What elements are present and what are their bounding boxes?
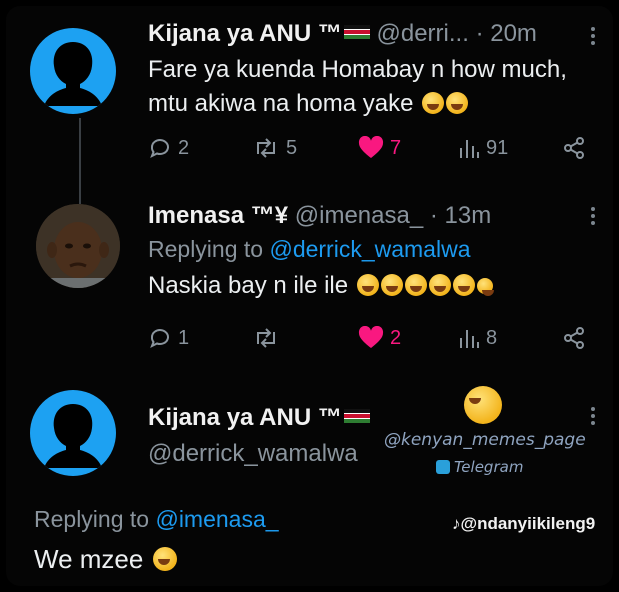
author-name[interactable]: Kijana ya ANU ™ @derri... · 20m bbox=[148, 20, 537, 48]
laughing-emoji-icon bbox=[428, 274, 451, 296]
laughing-emoji-icon bbox=[152, 547, 177, 571]
tweet-text: We mzee bbox=[34, 544, 177, 575]
retweet-icon bbox=[257, 328, 275, 348]
retweet-action[interactable]: 5 bbox=[252, 136, 297, 160]
screenshot-frame: Kijana ya ANU ™ @derri... · 20m Fare ya … bbox=[6, 6, 613, 586]
mention-link[interactable]: @derrick_wamalwa bbox=[269, 236, 470, 262]
more-options-icon[interactable] bbox=[591, 404, 597, 428]
author-name[interactable]: Imenasa ™¥ @imenasa_ · 13m bbox=[148, 202, 491, 230]
author-handle: @derri... bbox=[376, 20, 469, 47]
tiktok-icon: ♪ bbox=[452, 514, 461, 533]
views-count: 8 bbox=[486, 326, 498, 349]
avatar-default-icon[interactable] bbox=[30, 390, 116, 476]
replying-to: Replying to @imenasa_ bbox=[34, 506, 279, 532]
avatar-photo[interactable] bbox=[36, 204, 120, 288]
laughing-emoji-icon bbox=[404, 274, 427, 296]
tiktok-watermark: ♪@ndanyiikileng9 bbox=[452, 514, 596, 533]
views-action[interactable]: 8 bbox=[458, 326, 497, 350]
thread-line bbox=[79, 118, 81, 204]
like-count: 2 bbox=[390, 326, 402, 349]
heart-icon bbox=[358, 326, 384, 348]
reply-action[interactable]: 1 bbox=[148, 326, 189, 350]
views-count: 91 bbox=[486, 136, 509, 159]
heart-icon bbox=[358, 136, 384, 158]
author-name[interactable]: Kijana ya ANU ™ bbox=[148, 404, 370, 432]
kenya-flag-icon bbox=[343, 409, 370, 423]
mention-link[interactable]: @imenasa_ bbox=[155, 506, 278, 532]
rofl-emoji-icon bbox=[464, 386, 502, 424]
retweet-action[interactable] bbox=[252, 326, 280, 350]
share-icon bbox=[564, 327, 584, 349]
reply-action[interactable]: 2 bbox=[148, 136, 189, 160]
like-action[interactable]: 2 bbox=[358, 326, 401, 350]
like-action[interactable]: 7 bbox=[358, 136, 401, 160]
retweet-icon bbox=[257, 138, 275, 158]
comment-icon bbox=[150, 139, 169, 159]
eyes-emoji-icon bbox=[476, 278, 494, 296]
tweet-text-line-2: mtu akiwa na homa yake bbox=[148, 90, 469, 118]
watermark-telegram: Telegram bbox=[436, 458, 523, 476]
more-options-icon[interactable] bbox=[591, 24, 597, 48]
like-count: 7 bbox=[390, 136, 402, 159]
tweet-text: Naskia bay n ile ile bbox=[148, 272, 494, 300]
laughing-emoji-icon bbox=[422, 92, 445, 114]
telegram-icon bbox=[436, 460, 450, 474]
more-options-icon[interactable] bbox=[591, 204, 597, 228]
laughing-emoji-icon bbox=[356, 274, 379, 296]
avatar-default-icon[interactable] bbox=[30, 28, 116, 114]
share-icon bbox=[564, 137, 584, 159]
tweet-text-line-1: Fare ya kuenda Homabay n how much, bbox=[148, 56, 567, 83]
laughing-emoji-icon bbox=[452, 274, 475, 296]
views-chart-icon bbox=[460, 140, 479, 158]
reply-count: 1 bbox=[178, 326, 190, 349]
share-action[interactable] bbox=[562, 136, 586, 160]
timestamp: · 20m bbox=[475, 20, 537, 47]
comment-icon bbox=[150, 329, 169, 349]
laughing-emoji-icon bbox=[380, 274, 403, 296]
views-action[interactable]: 91 bbox=[458, 136, 508, 160]
author-handle: @imenasa_ bbox=[294, 202, 424, 229]
author-handle: @derrick_wamalwa bbox=[148, 440, 358, 467]
views-chart-icon bbox=[460, 330, 479, 348]
watermark-handle: @kenyan_memes_page bbox=[384, 430, 586, 450]
laughing-emoji-icon bbox=[446, 92, 469, 114]
timestamp: · 13m bbox=[429, 202, 492, 229]
retweet-count: 5 bbox=[286, 136, 298, 159]
reply-count: 2 bbox=[178, 136, 190, 159]
share-action[interactable] bbox=[562, 326, 586, 350]
replying-to: Replying to @derrick_wamalwa bbox=[148, 236, 471, 262]
kenya-flag-icon bbox=[343, 25, 370, 39]
